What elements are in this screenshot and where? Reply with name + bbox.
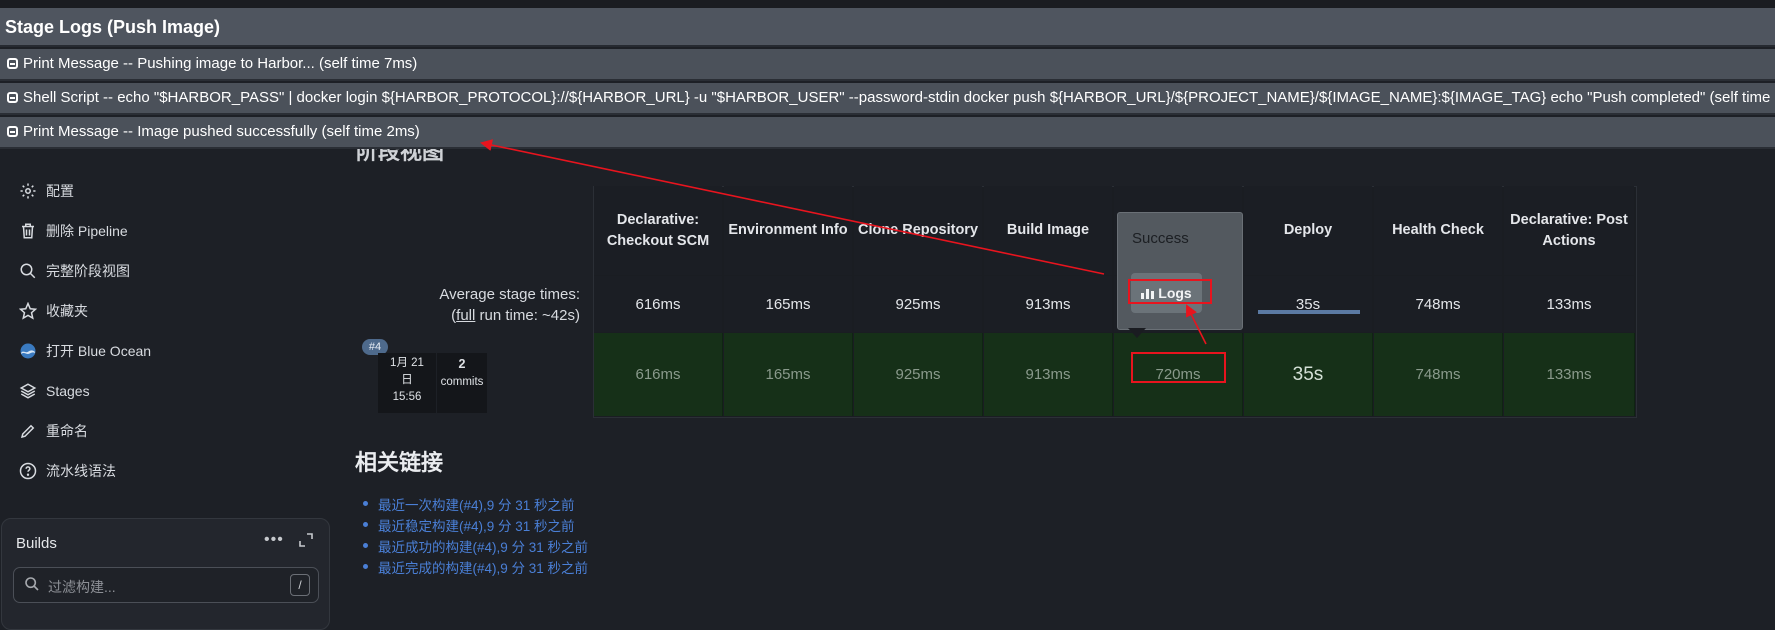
sidebar-item-label: 重命名 bbox=[46, 423, 88, 439]
stage-cell[interactable]: 133ms bbox=[1504, 333, 1635, 416]
log-entry[interactable]: Print Message -- Image pushed successful… bbox=[0, 117, 1775, 149]
log-entry[interactable]: Shell Script -- echo "$HARBOR_PASS" | do… bbox=[0, 83, 1775, 115]
related-links-list: 最近一次构建(#4),9 分 31 秒之前 最近稳定构建(#4),9 分 31 … bbox=[362, 494, 588, 578]
pencil-icon bbox=[18, 421, 38, 441]
avg-label-line1: Average stage times: bbox=[439, 286, 580, 303]
collapse-icon[interactable] bbox=[7, 92, 18, 103]
related-link[interactable]: 最近一次构建(#4),9 分 31 秒之前 bbox=[362, 494, 588, 515]
stage-cell[interactable]: 616ms bbox=[594, 333, 723, 416]
log-entry-text: Shell Script -- echo "$HARBOR_PASS" | do… bbox=[23, 89, 1775, 106]
stage-avg-time: 748ms bbox=[1374, 276, 1502, 332]
sidebar-item-pipeline-syntax[interactable]: 流水线语法 bbox=[18, 459, 116, 483]
log-entry-text: Print Message -- Pushing image to Harbor… bbox=[23, 55, 418, 72]
commit-count: 2 bbox=[458, 357, 466, 371]
related-link[interactable]: 最近完成的构建(#4),9 分 31 秒之前 bbox=[362, 557, 588, 578]
stage-header: Build Image bbox=[984, 186, 1112, 275]
builds-panel: Builds ••• 过滤构建... / bbox=[1, 518, 330, 630]
sidebar-item-blue-ocean[interactable]: 打开 Blue Ocean bbox=[18, 339, 151, 363]
run-time: 15:56 bbox=[392, 391, 422, 403]
stage-cell[interactable]: 748ms bbox=[1374, 333, 1503, 416]
stage-header: Health Check bbox=[1374, 186, 1502, 275]
help-icon bbox=[18, 461, 38, 481]
search-icon bbox=[24, 576, 40, 597]
average-stage-times-label: Average stage times: (full run time: ~42… bbox=[400, 284, 580, 326]
avg-label-rest: run time: ~42s) bbox=[475, 307, 580, 324]
run-date-line2: 日 bbox=[401, 374, 413, 386]
trash-icon bbox=[18, 221, 38, 241]
stage-header: Declarative: Checkout SCM bbox=[594, 186, 722, 275]
sidebar-item-label: 删除 Pipeline bbox=[46, 223, 128, 239]
sidebar-item-rename[interactable]: 重命名 bbox=[18, 419, 88, 443]
stage-header: Clone Repository bbox=[854, 186, 982, 275]
blue-ocean-icon bbox=[18, 341, 38, 361]
stage-avg-time: 616ms bbox=[594, 276, 722, 332]
related-links-title: 相关链接 bbox=[355, 450, 444, 475]
log-entry[interactable]: Print Message -- Pushing image to Harbor… bbox=[0, 49, 1775, 81]
sidebar-item-label: 打开 Blue Ocean bbox=[46, 343, 152, 359]
sidebar-item-label: 收藏夹 bbox=[46, 303, 88, 319]
search-icon bbox=[18, 261, 38, 281]
stage-header: Deploy bbox=[1244, 186, 1372, 275]
stage-header: Declarative: Post Actions bbox=[1504, 186, 1634, 275]
filter-placeholder: 过滤构建... bbox=[48, 579, 116, 595]
deploy-progress-bar bbox=[1258, 310, 1360, 314]
related-link[interactable]: 最近稳定构建(#4),9 分 31 秒之前 bbox=[362, 515, 588, 536]
overlay-top-strip bbox=[0, 0, 1775, 8]
popup-status: Success bbox=[1132, 230, 1189, 247]
stage-logs-title: Stage Logs (Push Image) bbox=[0, 8, 1775, 47]
popup-tail bbox=[1128, 328, 1146, 338]
stage-avg-time: 925ms bbox=[854, 276, 982, 332]
run-date: 1月 21 日 15:56 bbox=[378, 353, 436, 413]
gear-icon bbox=[18, 181, 38, 201]
expand-icon[interactable] bbox=[299, 533, 313, 547]
star-icon bbox=[18, 301, 38, 321]
stage-header: Environment Info bbox=[724, 186, 852, 275]
layers-icon bbox=[18, 381, 38, 401]
related-link[interactable]: 最近成功的构建(#4),9 分 31 秒之前 bbox=[362, 536, 588, 557]
stage-status-popup: Success Logs bbox=[1117, 212, 1243, 330]
stage-avg-time: 35s bbox=[1244, 276, 1372, 332]
builds-title: Builds bbox=[16, 535, 57, 552]
sidebar-item-stages[interactable]: Stages bbox=[18, 379, 90, 403]
stage-cell[interactable]: 165ms bbox=[724, 333, 853, 416]
sidebar-item-label: 完整阶段视图 bbox=[46, 263, 130, 279]
sidebar-item-full-stage-view[interactable]: 完整阶段视图 bbox=[18, 259, 130, 283]
log-entry-text: Print Message -- Image pushed successful… bbox=[23, 123, 420, 140]
stage-avg-time: 133ms bbox=[1504, 276, 1634, 332]
build-filter-input[interactable]: 过滤构建... / bbox=[13, 567, 319, 603]
full-run-link[interactable]: full bbox=[456, 307, 475, 324]
annotation-box-logs bbox=[1128, 279, 1212, 304]
stage-cell[interactable]: 913ms bbox=[984, 333, 1113, 416]
run-date-line1: 1月 21 bbox=[390, 357, 424, 369]
collapse-icon[interactable] bbox=[7, 126, 18, 137]
collapse-icon[interactable] bbox=[7, 58, 18, 69]
commits-label: commits bbox=[440, 376, 484, 388]
stage-avg-time: 913ms bbox=[984, 276, 1112, 332]
stage-avg-time: 165ms bbox=[724, 276, 852, 332]
sidebar-item-label: Stages bbox=[46, 383, 90, 399]
stage-cell-deploy[interactable]: 35s bbox=[1244, 333, 1373, 416]
sidebar-item-label: 流水线语法 bbox=[46, 463, 116, 479]
shortcut-key: / bbox=[290, 574, 310, 596]
sidebar-item-label: 配置 bbox=[46, 183, 74, 199]
sidebar-item-favorites[interactable]: 收藏夹 bbox=[18, 299, 88, 323]
sidebar-item-configure[interactable]: 配置 bbox=[18, 179, 74, 203]
more-options-icon[interactable]: ••• bbox=[264, 531, 284, 549]
sidebar-item-delete-pipeline[interactable]: 删除 Pipeline bbox=[18, 219, 128, 243]
stage-cell[interactable]: 925ms bbox=[854, 333, 983, 416]
run-commits[interactable]: 2 commits bbox=[437, 353, 487, 413]
annotation-box-push-image bbox=[1131, 352, 1226, 383]
